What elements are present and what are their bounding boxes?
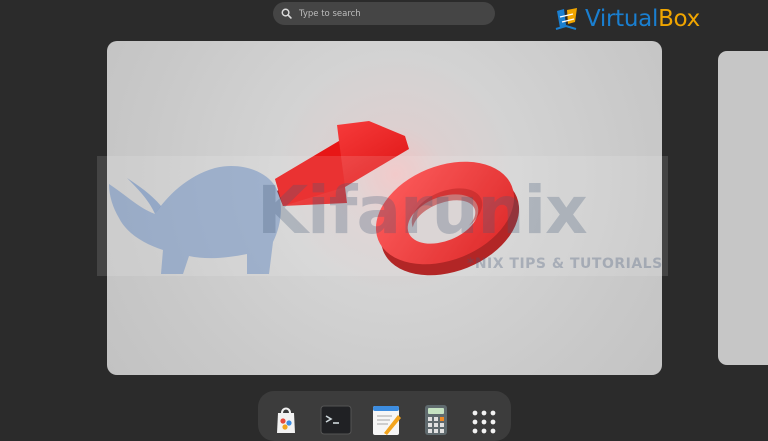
terminal-icon [320, 405, 352, 435]
dock-item-calculator[interactable] [420, 403, 452, 435]
workspace-thumbnail-next[interactable] [718, 51, 768, 365]
calculator-icon [425, 405, 447, 435]
search-bar[interactable] [273, 2, 495, 25]
search-icon [281, 8, 292, 19]
virtualbox-cube-icon [555, 8, 577, 30]
dock-item-show-apps[interactable] [468, 403, 500, 435]
dash-dock [258, 391, 511, 441]
text-editor-icon [373, 406, 401, 435]
watermark-subtitle: *NIX TIPS & TUTORIALS [467, 256, 663, 272]
dock-item-software[interactable] [270, 403, 302, 435]
dock-item-terminal[interactable] [320, 403, 352, 435]
watermark-overlay: Kifarunix *NIX TIPS & TUTORIALS [97, 156, 668, 276]
software-bag-icon [277, 407, 295, 433]
watermark-title: Kifarunix [257, 172, 588, 249]
search-input[interactable] [297, 7, 481, 20]
dock-item-text-editor[interactable] [370, 403, 402, 435]
app-grid-icon [472, 410, 496, 434]
virtualbox-wordmark: VirtualBox [585, 6, 700, 32]
virtualbox-logo: VirtualBox [553, 4, 700, 34]
